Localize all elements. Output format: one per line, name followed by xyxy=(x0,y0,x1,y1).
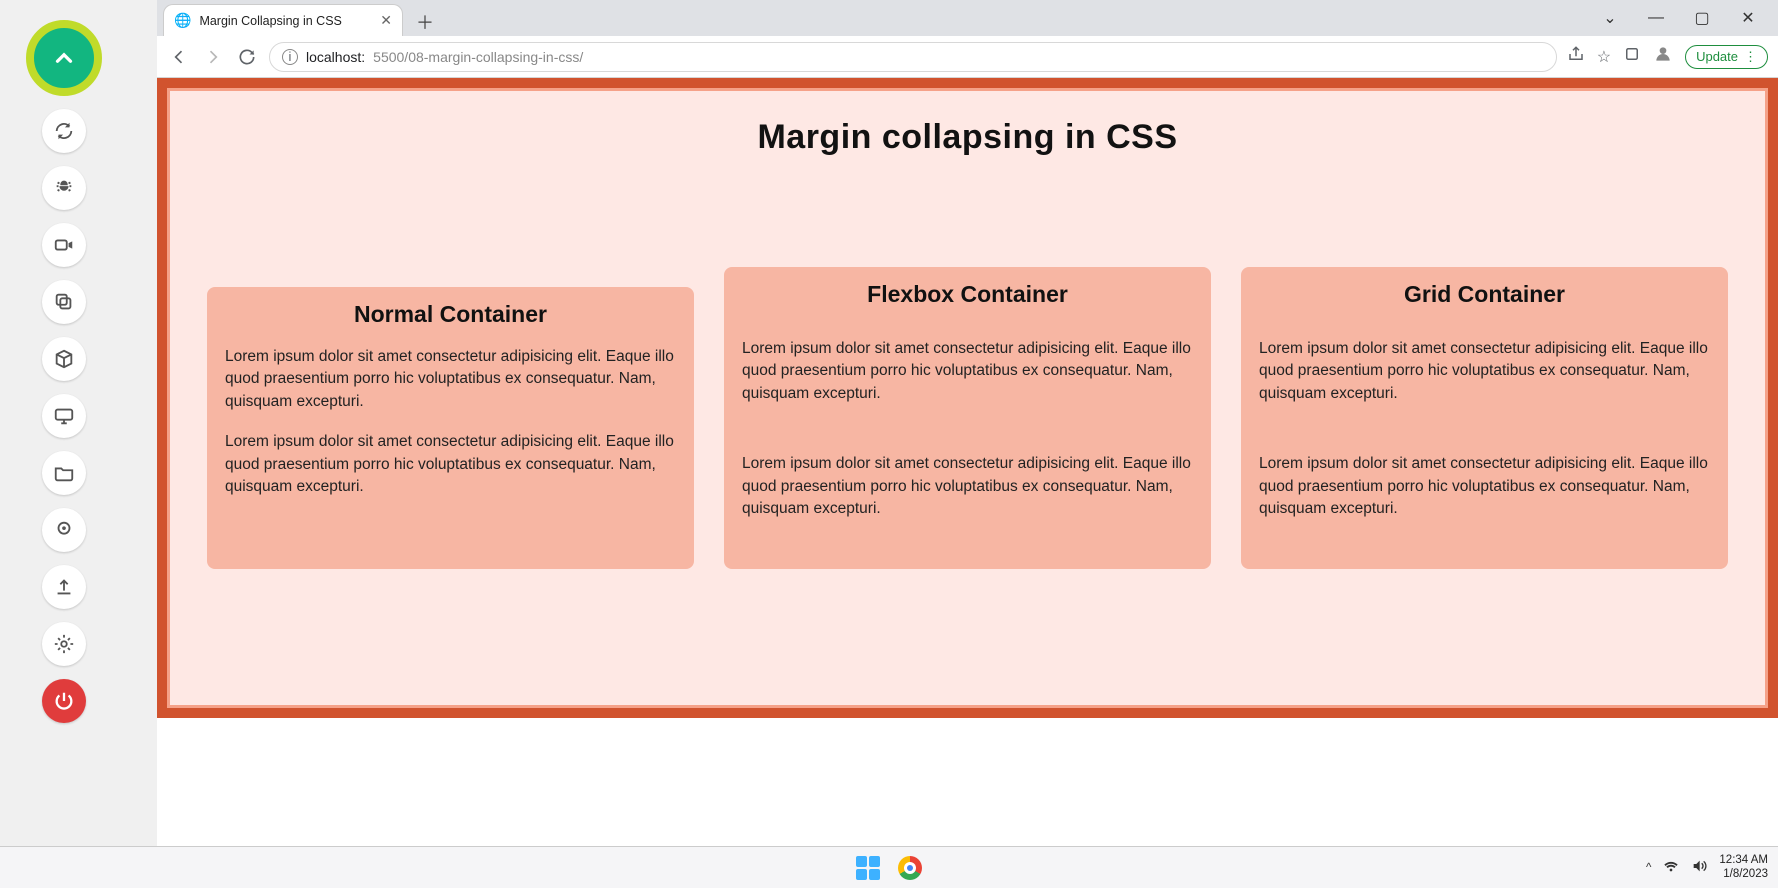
tray-network-icon[interactable] xyxy=(1663,858,1679,877)
tool-cube-button[interactable] xyxy=(42,337,86,381)
card-grid-heading: Grid Container xyxy=(1259,281,1710,308)
address-bar: i localhost: 5500/08-margin-collapsing-in… xyxy=(157,36,1778,78)
nav-back-button[interactable] xyxy=(167,45,191,69)
tool-refresh-button[interactable] xyxy=(42,109,86,153)
card-grid-p1: Lorem ipsum dolor sit amet consectetur a… xyxy=(1259,338,1710,405)
tool-power-button[interactable] xyxy=(42,679,86,723)
tabs-dropdown-button[interactable]: ⌄ xyxy=(1588,3,1632,33)
new-tab-button[interactable]: ＋ xyxy=(411,8,439,36)
tab-active[interactable]: 🌐 Margin Collapsing in CSS ✕ xyxy=(163,4,403,36)
page-title: Margin collapsing in CSS xyxy=(207,118,1728,157)
maximize-icon: ▢ xyxy=(1694,8,1709,28)
tool-gear-button[interactable] xyxy=(42,622,86,666)
pin-icon xyxy=(53,519,75,541)
copy-icon xyxy=(53,291,75,313)
arrow-left-icon xyxy=(169,47,189,67)
refresh-loop-icon xyxy=(53,120,75,142)
toolbar-collapse-button[interactable] xyxy=(26,20,102,96)
card-flexbox-p1: Lorem ipsum dolor sit amet consectetur a… xyxy=(742,338,1193,405)
bookmark-star-icon[interactable]: ☆ xyxy=(1597,47,1611,67)
update-button[interactable]: Update ⋮ xyxy=(1685,45,1768,69)
chevron-down-icon: ⌄ xyxy=(1603,8,1616,28)
taskbar-center-apps xyxy=(852,852,926,884)
card-normal-p2: Lorem ipsum dolor sit amet consectetur a… xyxy=(225,431,676,498)
page-viewport[interactable]: Margin collapsing in CSS Normal Containe… xyxy=(157,78,1778,846)
monitor-icon xyxy=(53,405,75,427)
bug-icon xyxy=(53,177,75,199)
address-actions: ☆ Update ⋮ xyxy=(1567,44,1768,69)
system-tray: ^ 12:34 AM 1/8/2023 xyxy=(1646,854,1778,880)
cards-row: Normal Container Lorem ipsum dolor sit a… xyxy=(207,267,1728,569)
card-normal-p1: Lorem ipsum dolor sit amet consectetur a… xyxy=(225,346,676,413)
gear-icon xyxy=(53,633,75,655)
window-maximize-button[interactable]: ▢ xyxy=(1680,3,1724,33)
site-info-icon[interactable]: i xyxy=(282,49,298,65)
url-host: localhost: xyxy=(306,49,365,65)
tab-title: Margin Collapsing in CSS xyxy=(199,14,341,28)
tool-folder-button[interactable] xyxy=(42,451,86,495)
arrow-right-icon xyxy=(203,47,223,67)
nav-reload-button[interactable] xyxy=(235,45,259,69)
tray-volume-icon[interactable] xyxy=(1691,858,1707,877)
tool-copy-button[interactable] xyxy=(42,280,86,324)
window-controls: ⌄ — ▢ ✕ xyxy=(1588,0,1778,36)
extensions-icon[interactable] xyxy=(1623,45,1641,68)
tool-upload-button[interactable] xyxy=(42,565,86,609)
browser-window: 🌐 Margin Collapsing in CSS ✕ ＋ ⌄ — ▢ ✕ i… xyxy=(157,0,1778,846)
cube-icon xyxy=(53,348,75,370)
tool-monitor-button[interactable] xyxy=(42,394,86,438)
tab-strip: 🌐 Margin Collapsing in CSS ✕ ＋ ⌄ — ▢ ✕ xyxy=(157,0,1778,36)
tray-overflow-button[interactable]: ^ xyxy=(1646,862,1651,874)
omnibox[interactable]: i localhost: 5500/08-margin-collapsing-in… xyxy=(269,42,1557,72)
share-icon[interactable] xyxy=(1567,45,1585,68)
page-root: Margin collapsing in CSS Normal Containe… xyxy=(157,78,1778,718)
taskbar-chrome-button[interactable] xyxy=(894,852,926,884)
left-recorder-toolbar xyxy=(0,0,127,888)
update-label: Update xyxy=(1696,49,1738,64)
card-grid-p2: Lorem ipsum dolor sit amet consectetur a… xyxy=(1259,453,1710,520)
globe-icon: 🌐 xyxy=(174,12,191,29)
card-grid: Grid Container Lorem ipsum dolor sit ame… xyxy=(1241,267,1728,569)
chevron-up-icon xyxy=(51,45,77,71)
tool-video-button[interactable] xyxy=(42,223,86,267)
window-minimize-button[interactable]: — xyxy=(1634,3,1678,33)
tool-pin-button[interactable] xyxy=(42,508,86,552)
tab-close-button[interactable]: ✕ xyxy=(380,12,392,29)
window-close-button[interactable]: ✕ xyxy=(1726,3,1770,33)
taskbar: ^ 12:34 AM 1/8/2023 xyxy=(0,846,1778,888)
nav-forward-button[interactable] xyxy=(201,45,225,69)
card-flexbox-heading: Flexbox Container xyxy=(742,281,1193,308)
power-icon xyxy=(53,690,75,712)
video-icon xyxy=(53,234,75,256)
card-normal-heading: Normal Container xyxy=(225,301,676,328)
folder-icon xyxy=(53,462,75,484)
tool-bug-button[interactable] xyxy=(42,166,86,210)
close-icon: ✕ xyxy=(1741,8,1754,28)
card-normal: Normal Container Lorem ipsum dolor sit a… xyxy=(207,287,694,569)
reload-icon xyxy=(237,47,257,67)
taskbar-clock[interactable]: 12:34 AM 1/8/2023 xyxy=(1719,854,1768,880)
card-flexbox: Flexbox Container Lorem ipsum dolor sit … xyxy=(724,267,1211,569)
clock-date: 1/8/2023 xyxy=(1719,868,1768,881)
clock-time: 12:34 AM xyxy=(1719,854,1768,867)
start-button[interactable] xyxy=(852,852,884,884)
chrome-icon xyxy=(898,856,922,880)
menu-dots-icon: ⋮ xyxy=(1744,49,1757,65)
profile-icon[interactable] xyxy=(1653,44,1673,69)
start-tile-icon xyxy=(856,856,867,867)
upload-icon xyxy=(53,576,75,598)
minimize-icon: — xyxy=(1648,9,1664,27)
card-flexbox-p2: Lorem ipsum dolor sit amet consectetur a… xyxy=(742,453,1193,520)
url-path: 5500/08-margin-collapsing-in-css/ xyxy=(373,49,583,65)
